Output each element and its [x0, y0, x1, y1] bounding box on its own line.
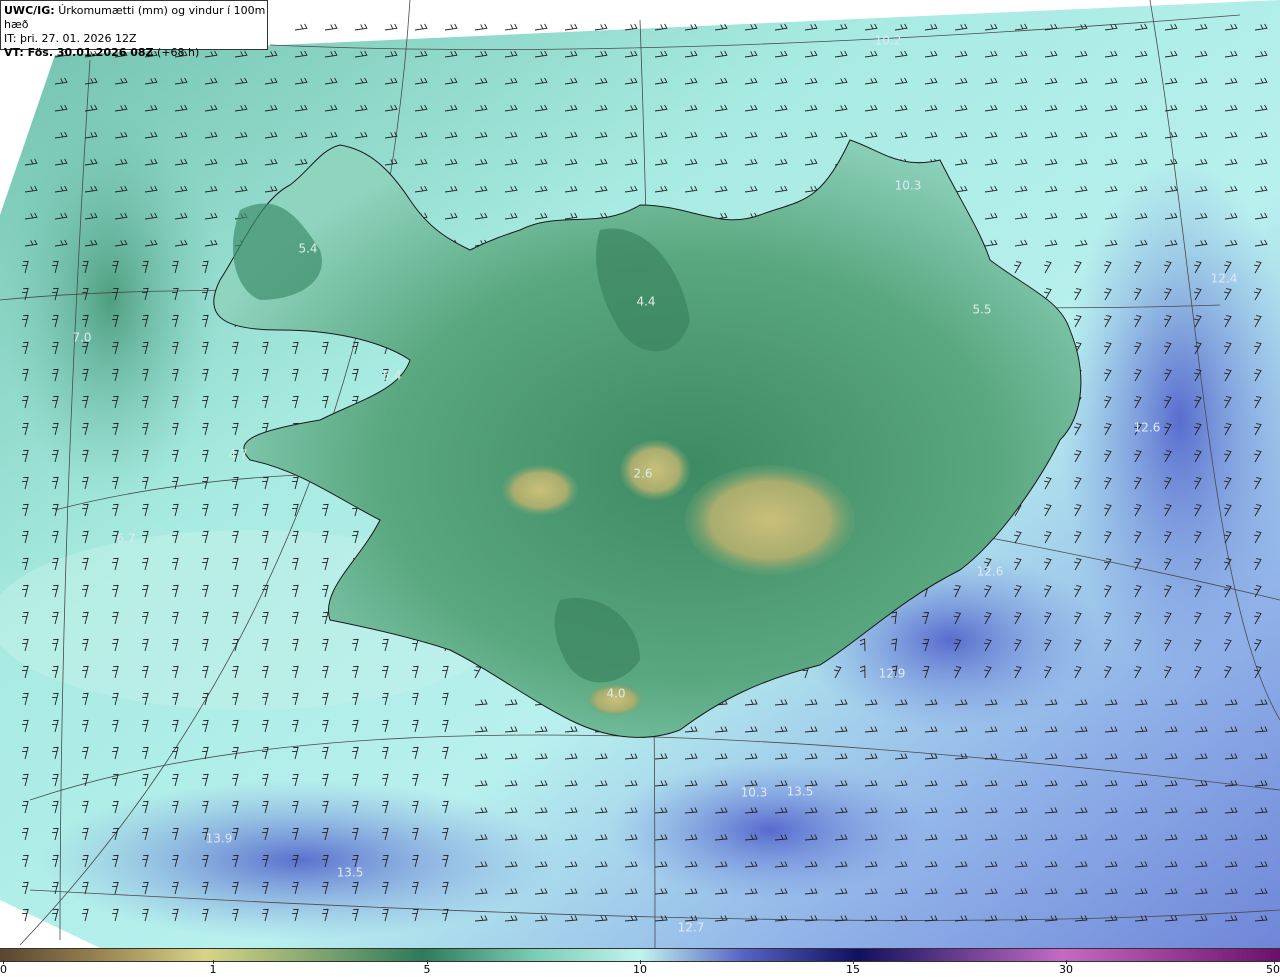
value-label: 13.9 [206, 832, 233, 846]
colorbar-tick-label: 15 [846, 963, 860, 976]
value-label: 4.0 [606, 687, 625, 701]
value-label: 10.3 [741, 786, 768, 800]
value-label: 10.3 [895, 179, 922, 193]
value-label: 4.7 [228, 448, 247, 462]
info-box: UWC/IG: Úrkomumætti (mm) og vindur í 100… [0, 0, 268, 59]
value-label: 5.4 [382, 369, 401, 383]
value-label: 2.6 [633, 467, 652, 481]
value-label: 5.4 [298, 242, 317, 256]
value-label: 4.4 [636, 295, 655, 309]
colorbar-ticks: 0 1 5 10 15 30 50 [0, 960, 1280, 978]
value-label: 5.5 [972, 303, 991, 317]
value-label: 12.4 [1211, 272, 1238, 286]
forecast-offset: (+68 h) [157, 46, 200, 59]
value-label: 6.7 [116, 532, 135, 546]
valid-line: VT: Fös. 30.01.2026 08Z (+68 h) [4, 46, 267, 60]
colorbar-tick-label: 5 [423, 963, 431, 976]
value-label: 10.2 [875, 34, 902, 48]
valid-time: VT: Fös. 30.01.2026 08Z [4, 46, 154, 59]
value-label: 13.5 [787, 785, 814, 799]
colorbar-tick-label: 10 [633, 963, 647, 976]
precipitation-map: 10.2 10.3 12.4 5.5 12.6 12.6 5.4 4.4 7.0 5.4 4.7 2.… [0, 0, 1280, 948]
value-label: 12.7 [678, 921, 705, 935]
init-time: IT: þri. 27. 01. 2026 12Z [4, 32, 137, 45]
value-label: 12.6 [1134, 421, 1161, 435]
product-code: UWC/IG: [4, 4, 55, 17]
title-line: UWC/IG: Úrkomumætti (mm) og vindur í 100… [4, 4, 267, 32]
value-label: 13.5 [337, 866, 364, 880]
colorbar-tick-label: 50 [1266, 963, 1280, 976]
colorbar-tick-label: 0 [0, 963, 7, 976]
colorbar-tick-label: 1 [209, 963, 217, 976]
value-label: 12.9 [879, 667, 906, 681]
value-label: 7.0 [72, 331, 91, 345]
colorbar-tick-label: 30 [1059, 963, 1073, 976]
value-label: 12.6 [977, 565, 1004, 579]
